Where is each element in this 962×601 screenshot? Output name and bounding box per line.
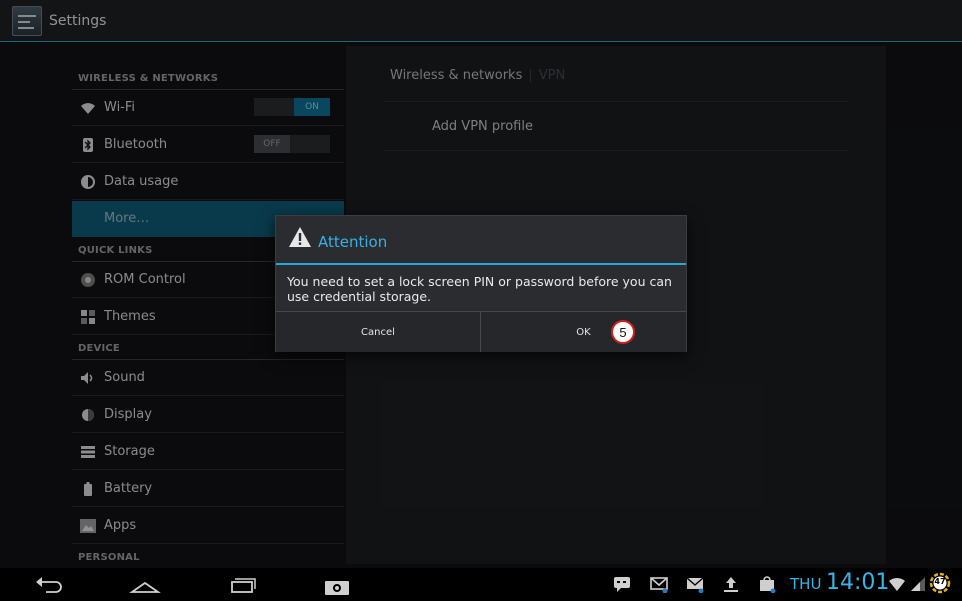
upload-icon[interactable] [722,575,740,593]
back-icon[interactable] [32,574,66,596]
market-update-icon[interactable] [758,575,776,594]
wifi-signal-icon[interactable] [888,575,906,593]
dialog-header: Attention [276,216,686,263]
cancel-button[interactable]: Cancel [276,312,481,352]
chat-notification-icon[interactable] [613,575,631,593]
clock-day[interactable]: THU [790,575,821,593]
email-notification-icon[interactable] [650,575,668,594]
recent-apps-icon[interactable] [226,574,260,596]
ok-button[interactable]: OK [481,312,686,352]
warning-icon [288,226,312,248]
system-bar: THU 14:01 47 [0,568,962,601]
dialog-title: Attention [318,233,388,251]
battery-level-text: 47 [934,577,946,586]
screenshot-icon[interactable] [320,574,354,596]
battery-level-icon[interactable]: 47 [929,572,951,594]
step-marker-badge: 5 [611,320,635,344]
gmail-notification-icon[interactable] [686,575,704,594]
home-icon[interactable] [128,574,162,596]
clock-time[interactable]: 14:01 [826,570,889,595]
dialog-message: You need to set a lock screen PIN or pas… [287,274,672,304]
cell-signal-icon[interactable] [909,575,927,593]
